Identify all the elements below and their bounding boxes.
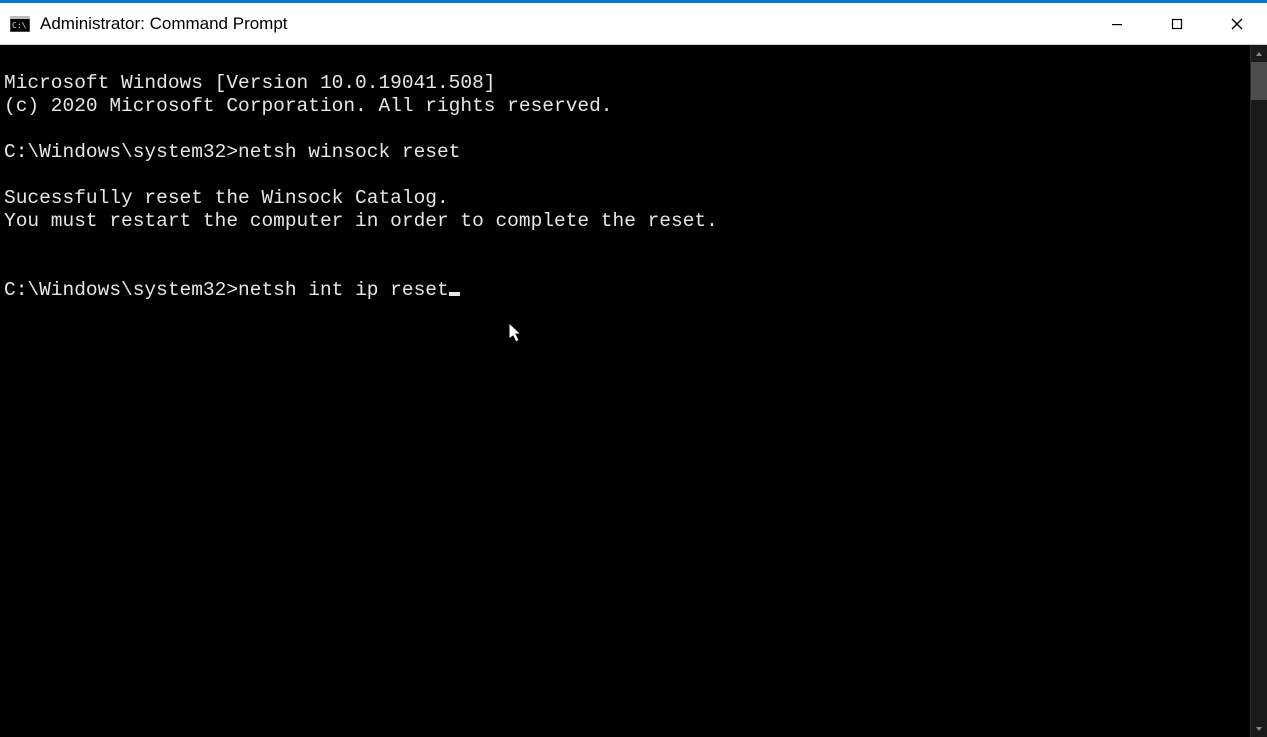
window-title: Administrator: Command Prompt: [40, 14, 288, 34]
scroll-up-button[interactable]: [1251, 45, 1267, 62]
command-line-2: C:\Windows\system32>netsh int ip reset: [4, 279, 460, 301]
minimize-button[interactable]: [1087, 3, 1147, 44]
output-1-line-1: Sucessfully reset the Winsock Catalog.: [4, 187, 449, 209]
maximize-button[interactable]: [1147, 3, 1207, 44]
blank-line: [4, 233, 16, 255]
cmd-app-icon: C:\: [10, 16, 30, 32]
banner-version: Microsoft Windows [Version 10.0.19041.50…: [4, 72, 495, 94]
scroll-down-button[interactable]: [1251, 720, 1267, 737]
client-area: Microsoft Windows [Version 10.0.19041.50…: [0, 45, 1267, 737]
close-button[interactable]: [1207, 3, 1267, 44]
svg-text:C:\: C:\: [12, 21, 27, 30]
command-prompt-window: C:\ Administrator: Command Prompt Micros…: [0, 0, 1267, 737]
scrollbar-track[interactable]: [1251, 62, 1267, 720]
terminal-output[interactable]: Microsoft Windows [Version 10.0.19041.50…: [0, 45, 1250, 737]
command-1: netsh winsock reset: [238, 141, 460, 163]
scrollbar-thumb[interactable]: [1251, 62, 1267, 100]
output-1-line-2: You must restart the computer in order t…: [4, 210, 718, 232]
text-cursor: [449, 292, 460, 296]
command-2: netsh int ip reset: [238, 279, 449, 301]
prompt-1: C:\Windows\system32>: [4, 141, 238, 163]
blank-line: [4, 256, 16, 278]
window-controls: [1087, 3, 1267, 44]
prompt-2: C:\Windows\system32>: [4, 279, 238, 301]
titlebar[interactable]: C:\ Administrator: Command Prompt: [0, 3, 1267, 45]
banner-copyright: (c) 2020 Microsoft Corporation. All righ…: [4, 95, 613, 117]
blank-line: [4, 118, 16, 140]
command-line-1: C:\Windows\system32>netsh winsock reset: [4, 141, 460, 163]
blank-line: [4, 164, 16, 186]
vertical-scrollbar[interactable]: [1250, 45, 1267, 737]
